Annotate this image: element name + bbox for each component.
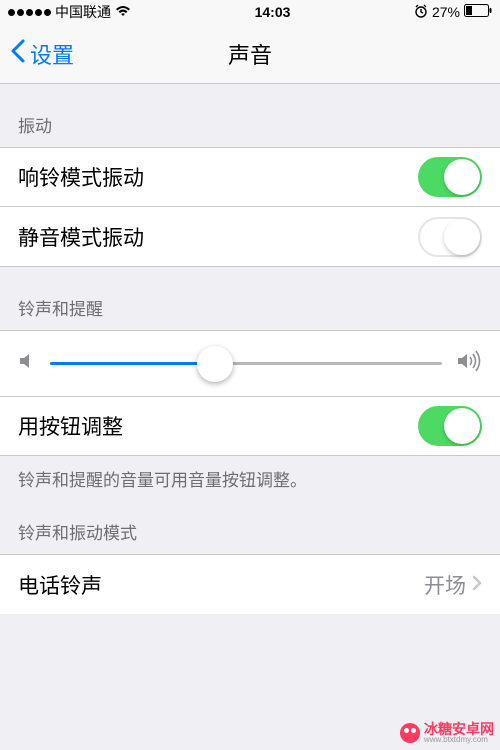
row-label: 电话铃声	[18, 570, 102, 600]
chevron-right-icon	[472, 573, 482, 597]
signal-dots-icon	[8, 9, 51, 16]
watermark: 冰糖安卓网 www.btxtdmy.com	[400, 722, 494, 744]
volume-slider[interactable]	[50, 362, 442, 365]
ringtone-value: 开场	[424, 570, 466, 600]
volume-low-icon	[18, 351, 36, 376]
watermark-en: www.btxtdmy.com	[424, 736, 494, 744]
carrier-label: 中国联通	[55, 2, 111, 22]
row-change-with-buttons[interactable]: 用按钮调整	[0, 396, 500, 456]
section-header-patterns: 铃声和振动模式	[0, 491, 500, 554]
row-volume-slider	[0, 330, 500, 396]
back-button[interactable]: 设置	[10, 38, 74, 70]
section-header-ringer: 铃声和提醒	[0, 267, 500, 330]
section-header-vibrate: 振动	[0, 84, 500, 147]
status-bar: 中国联通 14:03 27%	[0, 0, 500, 24]
battery-icon	[464, 4, 492, 20]
chevron-left-icon	[10, 39, 26, 69]
status-left: 中国联通	[8, 2, 131, 22]
wifi-icon	[115, 4, 131, 20]
row-label: 响铃模式振动	[18, 162, 144, 192]
battery-percent: 27%	[432, 4, 460, 20]
toggle-vibrate-on-ring[interactable]	[418, 157, 482, 197]
row-ringtone[interactable]: 电话铃声 开场	[0, 554, 500, 614]
row-vibrate-on-silent[interactable]: 静音模式振动	[0, 207, 500, 267]
slider-thumb[interactable]	[197, 346, 233, 382]
volume-high-icon	[456, 350, 482, 377]
alarm-icon	[414, 4, 428, 21]
row-detail: 开场	[424, 570, 482, 600]
status-right: 27%	[414, 4, 492, 21]
page-title: 声音	[228, 38, 272, 70]
clock: 14:03	[255, 4, 291, 20]
back-label: 设置	[30, 38, 74, 70]
row-label: 静音模式振动	[18, 222, 144, 252]
nav-bar: 设置 声音	[0, 24, 500, 84]
watermark-logo-icon	[400, 723, 420, 743]
row-label: 用按钮调整	[18, 411, 123, 441]
watermark-cn: 冰糖安卓网	[424, 722, 494, 736]
toggle-vibrate-on-silent[interactable]	[418, 217, 482, 257]
section-footer-ringer: 铃声和提醒的音量可用音量按钮调整。	[0, 456, 500, 491]
toggle-change-with-buttons[interactable]	[418, 406, 482, 446]
row-vibrate-on-ring[interactable]: 响铃模式振动	[0, 147, 500, 207]
